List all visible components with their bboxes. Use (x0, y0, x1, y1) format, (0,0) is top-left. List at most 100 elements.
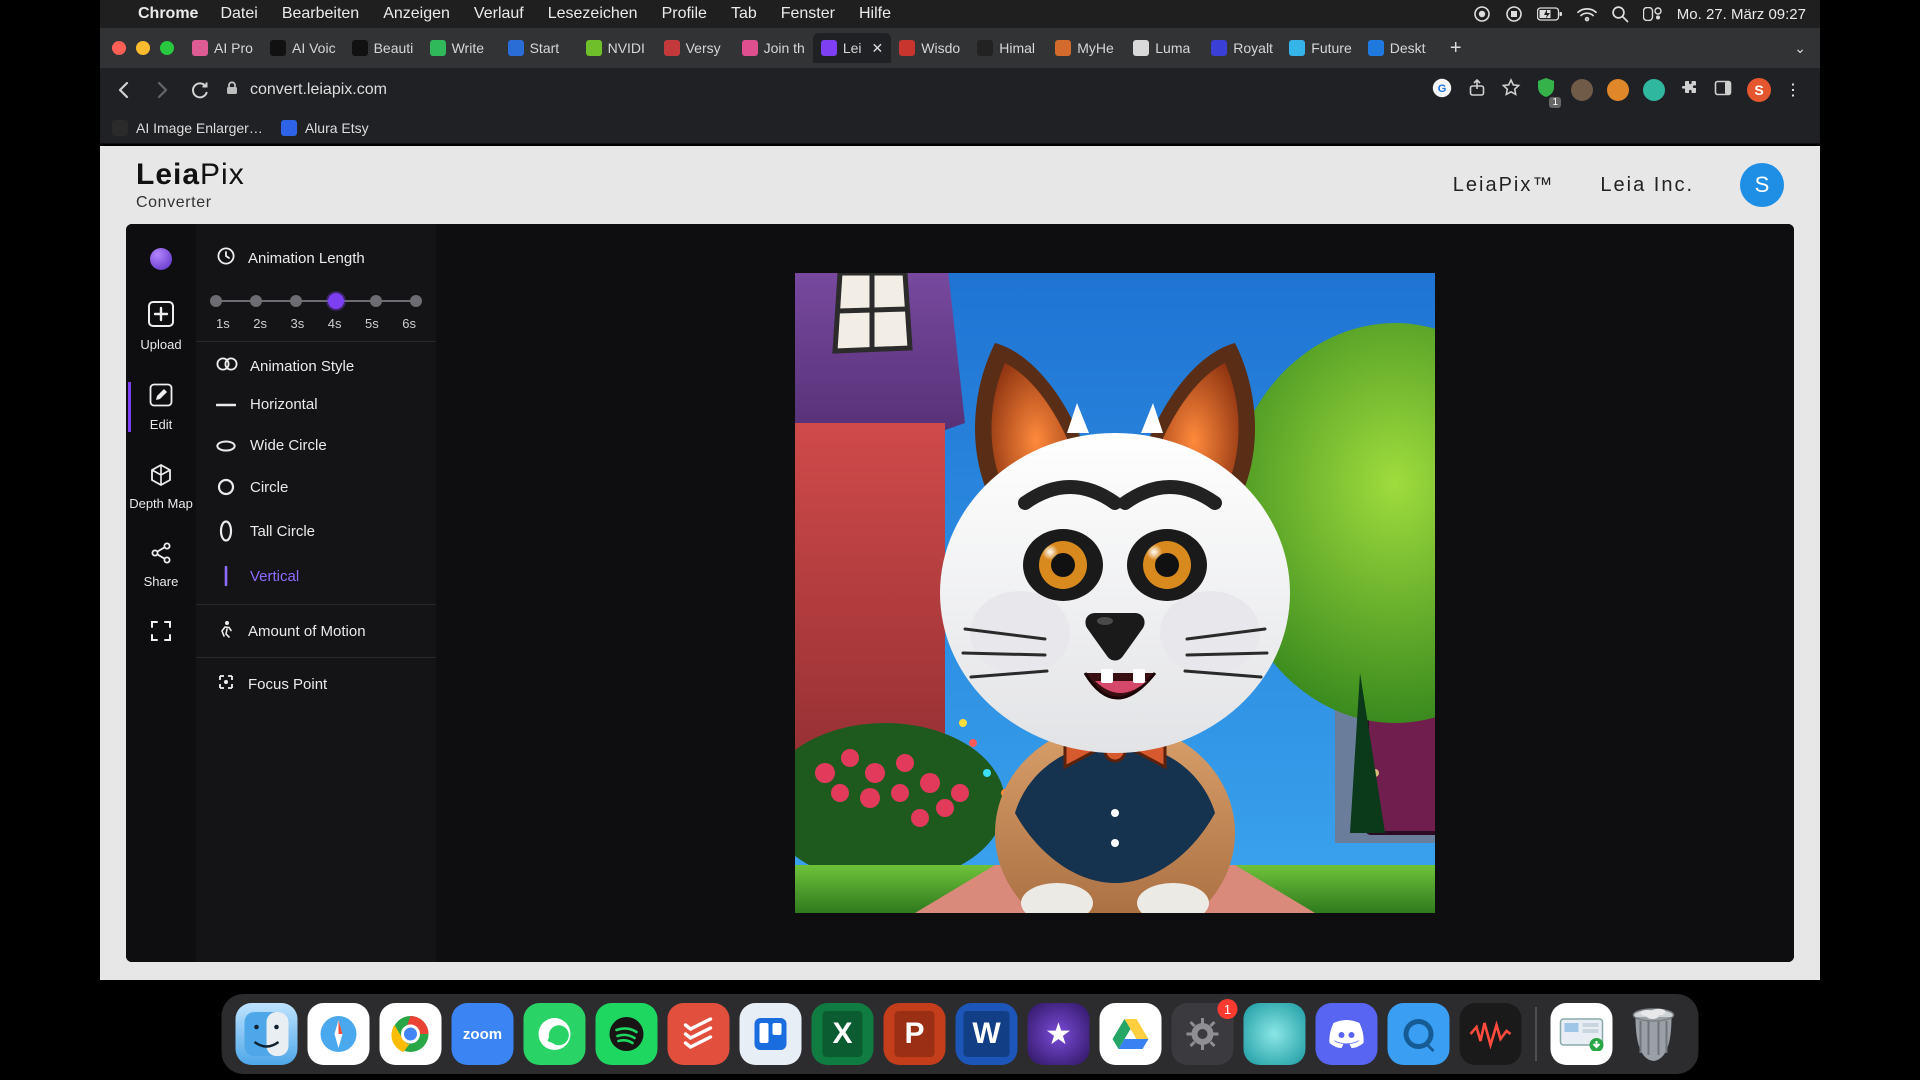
brand-logo[interactable]: LeiaPix Converter (136, 158, 245, 212)
bookmark-ai-enlarger[interactable]: AI Image Enlarger… (112, 120, 263, 136)
slider-tick[interactable] (328, 293, 344, 309)
dock-discord-icon[interactable] (1316, 1003, 1378, 1065)
browser-tab[interactable]: Deskt (1360, 33, 1438, 63)
forward-button[interactable] (148, 76, 176, 104)
kebab-menu-icon[interactable]: ⋮ (1785, 80, 1802, 100)
adblock-extension-icon[interactable]: 1 (1535, 77, 1557, 104)
extensions-puzzle-icon[interactable] (1679, 78, 1699, 103)
extension-4-icon[interactable] (1643, 79, 1665, 101)
dock-word-icon[interactable]: W (956, 1003, 1018, 1065)
dock-zoom-icon[interactable]: zoom (452, 1003, 514, 1065)
window-zoom-button[interactable] (160, 41, 174, 55)
browser-tab[interactable]: Beauti (344, 33, 422, 63)
wifi-icon[interactable] (1577, 7, 1597, 22)
style-option-vertical[interactable]: Vertical (196, 554, 436, 598)
stop-icon[interactable] (1505, 5, 1523, 23)
tab-dropdown-button[interactable]: ⌄ (1786, 40, 1814, 57)
sidepanel-icon[interactable] (1713, 78, 1733, 103)
sidebar-item-depth[interactable]: Depth Map (129, 462, 193, 511)
browser-tab[interactable]: Wisdo (891, 33, 969, 63)
new-tab-button[interactable]: + (1444, 36, 1468, 60)
browser-tab[interactable]: Versy (656, 33, 734, 63)
slider-tick[interactable] (410, 295, 422, 307)
dock-safari-icon[interactable] (308, 1003, 370, 1065)
preview-canvas[interactable] (436, 224, 1794, 962)
extension-3-icon[interactable] (1607, 79, 1629, 101)
menubar-clock[interactable]: Mo. 27. März 09:27 (1677, 6, 1806, 23)
dock-voice-memos-icon[interactable] (1460, 1003, 1522, 1065)
tab-close-icon[interactable]: ✕ (872, 40, 884, 57)
browser-tab[interactable]: AI Voic (262, 33, 344, 63)
dock-downloads-icon[interactable] (1551, 1003, 1613, 1065)
bookmark-alura-etsy[interactable]: Alura Etsy (281, 120, 369, 136)
menu-verlauf[interactable]: Verlauf (462, 5, 536, 23)
section-focus-point[interactable]: Focus Point (196, 664, 436, 704)
dock-powerpoint-icon[interactable]: P (884, 1003, 946, 1065)
menu-tab[interactable]: Tab (719, 5, 769, 23)
browser-tab[interactable]: Future (1281, 33, 1359, 63)
nav-leiainc[interactable]: Leia Inc. (1600, 174, 1694, 197)
style-option-circle[interactable]: Circle (196, 466, 436, 508)
dock-spotify-icon[interactable] (596, 1003, 658, 1065)
star-icon[interactable] (1501, 78, 1521, 103)
style-option-tall_circle[interactable]: Tall Circle (196, 508, 436, 554)
browser-tab[interactable]: Join th (734, 33, 813, 63)
window-close-button[interactable] (112, 41, 126, 55)
reload-button[interactable] (186, 76, 214, 104)
style-option-horizontal[interactable]: Horizontal (196, 384, 436, 425)
menu-datei[interactable]: Datei (208, 5, 269, 23)
browser-tab[interactable]: Luma (1125, 33, 1203, 63)
browser-tab[interactable]: Himal (969, 33, 1047, 63)
window-minimize-button[interactable] (136, 41, 150, 55)
slider-tick[interactable] (370, 295, 382, 307)
battery-icon[interactable] (1537, 7, 1563, 21)
animation-length-slider[interactable]: 1s2s3s4s5s6s (196, 278, 436, 335)
slider-tick[interactable] (250, 295, 262, 307)
menu-anzeigen[interactable]: Anzeigen (371, 5, 462, 23)
dock-settings-icon[interactable]: 1 (1172, 1003, 1234, 1065)
dock-todoist-icon[interactable] (668, 1003, 730, 1065)
menu-bearbeiten[interactable]: Bearbeiten (270, 5, 371, 23)
slider-tick[interactable] (210, 295, 222, 307)
browser-tab[interactable]: Royalt (1203, 33, 1281, 63)
extension-2-icon[interactable] (1571, 79, 1593, 101)
search-icon[interactable] (1611, 5, 1629, 23)
control-center-icon[interactable] (1643, 7, 1663, 21)
sidebar-item-fullscreen[interactable] (149, 619, 173, 646)
browser-tab[interactable]: Lei✕ (813, 33, 891, 63)
menu-lesezeichen[interactable]: Lesezeichen (536, 5, 650, 23)
dock-trello-icon[interactable] (740, 1003, 802, 1065)
app-avatar[interactable]: S (1740, 163, 1784, 207)
style-option-wide_circle[interactable]: Wide Circle (196, 425, 436, 466)
sidebar-item-upload[interactable]: Upload (140, 300, 181, 352)
browser-tab[interactable]: NVIDI (578, 33, 656, 63)
active-app-name[interactable]: Chrome (128, 5, 208, 23)
chrome-profile-avatar[interactable]: S (1747, 78, 1771, 102)
dock-whatsapp-icon[interactable] (524, 1003, 586, 1065)
omnibox[interactable]: convert.leiapix.com (224, 75, 387, 105)
sidebar-item-share[interactable]: Share (144, 541, 179, 589)
dock-imovie-icon[interactable]: ★ (1028, 1003, 1090, 1065)
menu-fenster[interactable]: Fenster (769, 5, 847, 23)
dock-finder-icon[interactable] (236, 1003, 298, 1065)
browser-tab[interactable]: Write (422, 33, 500, 63)
dock-trash-icon[interactable] (1623, 1003, 1685, 1065)
dock-excel-icon[interactable]: X (812, 1003, 874, 1065)
dock-siri-icon[interactable] (1244, 1003, 1306, 1065)
translate-icon[interactable]: G (1431, 77, 1453, 104)
browser-tab[interactable]: AI Pro (184, 33, 262, 63)
browser-tab[interactable]: MyHe (1047, 33, 1125, 63)
sidebar-item-edit[interactable]: Edit (148, 382, 174, 432)
share-icon[interactable] (1467, 78, 1487, 103)
back-button[interactable] (110, 76, 138, 104)
slider-tick[interactable] (290, 295, 302, 307)
nav-leiapix[interactable]: LeiaPix™ (1453, 174, 1555, 197)
brand-orb-icon[interactable] (150, 248, 172, 270)
dock-drive-icon[interactable] (1100, 1003, 1162, 1065)
browser-tab[interactable]: Start (500, 33, 578, 63)
record-icon[interactable] (1473, 5, 1491, 23)
menu-profile[interactable]: Profile (650, 5, 719, 23)
dock-quicktime-icon[interactable] (1388, 1003, 1450, 1065)
menu-hilfe[interactable]: Hilfe (847, 5, 903, 23)
dock-chrome-icon[interactable] (380, 1003, 442, 1065)
